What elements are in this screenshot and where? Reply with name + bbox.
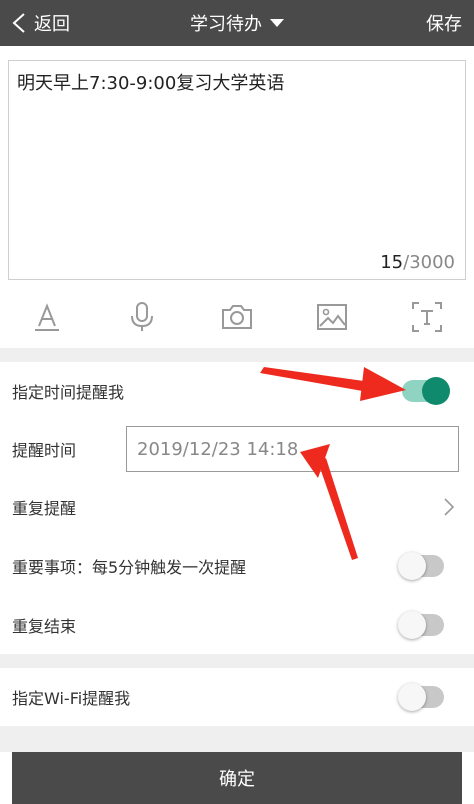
image-icon bbox=[316, 304, 347, 330]
remind-at-time-toggle[interactable] bbox=[402, 377, 450, 405]
back-label: 返回 bbox=[34, 14, 70, 35]
remind-time-input[interactable]: 2019/12/23 14:18 bbox=[126, 426, 459, 472]
note-content[interactable]: 明天早上7:30-9:00复习大学英语 bbox=[17, 71, 457, 97]
voice-button[interactable] bbox=[122, 297, 162, 337]
chevron-left-icon bbox=[12, 13, 25, 33]
wifi-remind-toggle[interactable] bbox=[398, 683, 444, 711]
important-label: 重要事项：每5分钟触发一次提醒 bbox=[12, 558, 247, 577]
char-counter: 15/3000 bbox=[380, 252, 455, 273]
confirm-button[interactable]: 确定 bbox=[12, 752, 462, 804]
section-divider bbox=[0, 726, 474, 752]
char-count-max: 3000 bbox=[409, 252, 455, 273]
wifi-remind-label: 指定Wi-Fi提醒我 bbox=[12, 689, 131, 708]
microphone-icon bbox=[131, 302, 154, 331]
repeat-end-label: 重复结束 bbox=[12, 617, 77, 636]
note-editor[interactable]: 明天早上7:30-9:00复习大学英语 15/3000 bbox=[8, 60, 466, 280]
remind-at-time-row: 指定时间提醒我 bbox=[0, 362, 474, 420]
save-button[interactable]: 保存 bbox=[426, 0, 462, 46]
image-button[interactable] bbox=[312, 297, 352, 337]
repeat-end-toggle[interactable] bbox=[398, 611, 444, 639]
remind-time-value: 2019/12/23 14:18 bbox=[137, 438, 299, 460]
caret-down-icon[interactable] bbox=[270, 19, 284, 27]
repeat-remind-row[interactable]: 重复提醒 bbox=[0, 478, 474, 536]
text-recognition-icon bbox=[411, 302, 442, 332]
wifi-remind-row: 指定Wi-Fi提醒我 bbox=[0, 668, 474, 726]
toggle-knob bbox=[422, 377, 450, 405]
remind-at-time-label: 指定时间提醒我 bbox=[12, 383, 125, 402]
editor-toolbar bbox=[0, 286, 474, 348]
section-divider bbox=[0, 654, 474, 668]
text-format-button[interactable] bbox=[27, 297, 67, 337]
camera-button[interactable] bbox=[217, 297, 257, 337]
page-title[interactable]: 学习待办 bbox=[190, 10, 262, 36]
remind-time-row: 提醒时间 2019/12/23 14:18 bbox=[0, 420, 474, 478]
toggle-knob bbox=[398, 683, 426, 711]
chevron-right-icon[interactable] bbox=[442, 496, 456, 518]
toggle-knob bbox=[398, 552, 426, 580]
camera-icon bbox=[221, 305, 252, 329]
remind-time-label: 提醒时间 bbox=[12, 441, 77, 460]
char-count-current: 15 bbox=[380, 252, 404, 273]
category-title: 学习待办 bbox=[0, 0, 474, 46]
important-row: 重要事项：每5分钟触发一次提醒 bbox=[0, 537, 474, 595]
toggle-knob bbox=[398, 611, 426, 639]
section-divider bbox=[0, 348, 474, 362]
text-recognition-button[interactable] bbox=[407, 297, 447, 337]
repeat-remind-label: 重复提醒 bbox=[12, 499, 77, 518]
important-toggle[interactable] bbox=[398, 552, 444, 580]
repeat-end-row: 重复结束 bbox=[0, 596, 474, 654]
back-button[interactable]: 返回 bbox=[10, 0, 70, 46]
text-format-icon bbox=[35, 303, 60, 331]
top-bar: 返回 学习待办 保存 bbox=[0, 0, 474, 46]
